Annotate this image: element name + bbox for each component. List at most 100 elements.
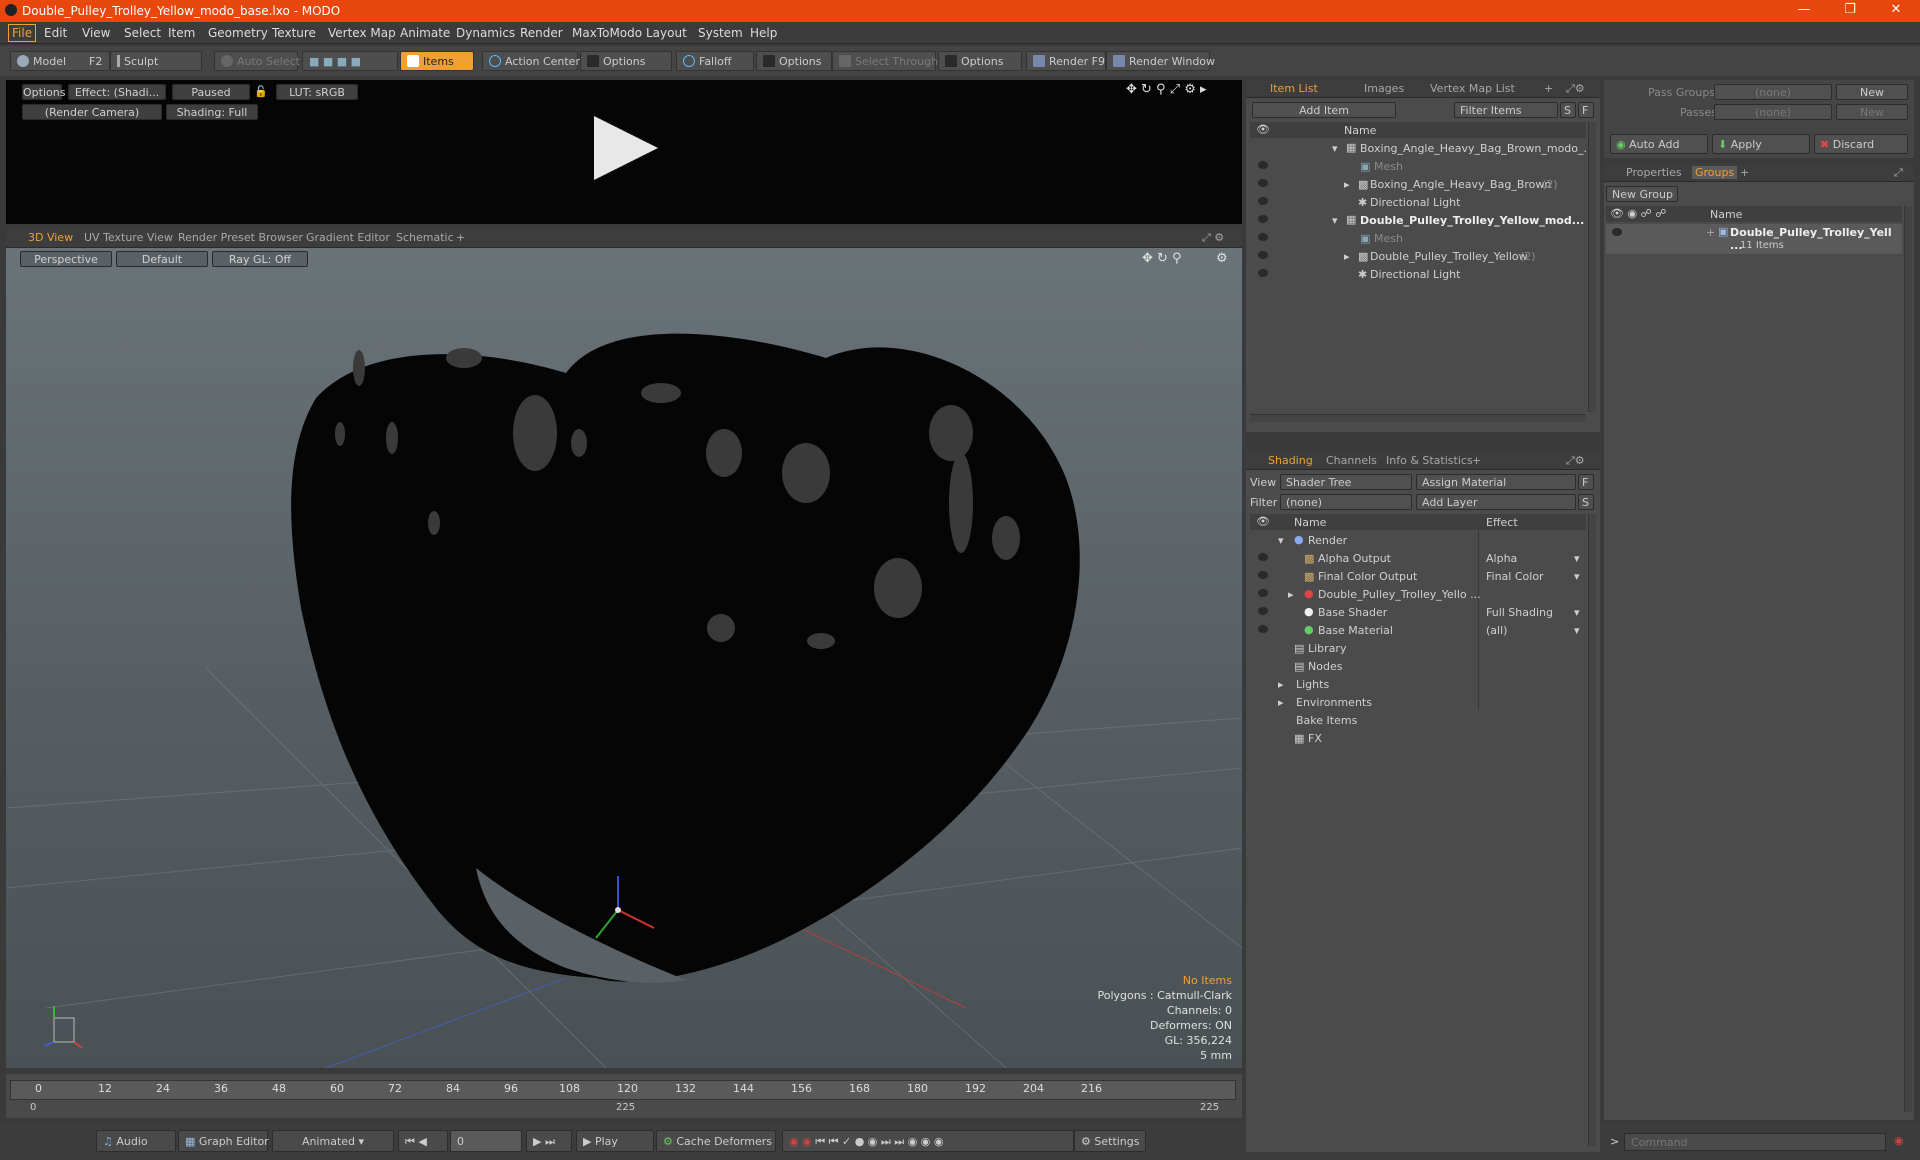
expand-arrow-icon[interactable]: ▾ bbox=[1332, 214, 1338, 227]
falloff-button[interactable]: Falloff bbox=[676, 51, 754, 71]
item-list-hscrollbar[interactable] bbox=[1250, 414, 1586, 422]
3d-viewport[interactable]: Perspective Default Ray GL: Off ✥ ↻ ⚲ ⚙ bbox=[6, 248, 1242, 1068]
tree-row-boxing-group[interactable]: ▸ ▩ Boxing_Angle_Heavy_Bag_Brown (2) bbox=[1250, 176, 1586, 194]
eye-icon[interactable] bbox=[1258, 607, 1268, 615]
tree-row-light[interactable]: ✱ Directional Light bbox=[1250, 266, 1586, 284]
panel-settings-icon[interactable]: ⤢⚙ bbox=[1566, 82, 1585, 96]
panel-expand-icon[interactable]: ⤢ bbox=[1894, 166, 1903, 180]
tab-gradient-editor[interactable]: Gradient Editor bbox=[306, 231, 390, 244]
menu-help[interactable]: Help bbox=[750, 26, 777, 40]
tab-render-preset-browser[interactable]: Render Preset Browser bbox=[178, 231, 303, 244]
select-through-button[interactable]: Select Through bbox=[832, 51, 938, 71]
item-list-scrollbar[interactable] bbox=[1588, 122, 1596, 412]
shader-row-alpha[interactable]: ▩ Alpha Output Alpha ▾ bbox=[1250, 550, 1586, 568]
filter-s-button[interactable]: S bbox=[1560, 102, 1576, 118]
menu-select[interactable]: Select bbox=[124, 26, 161, 40]
tree-row-scene-boxing[interactable]: ▾ ▦ Boxing_Angle_Heavy_Bag_Brown_modo_... bbox=[1250, 140, 1594, 158]
add-tab-icon[interactable]: + bbox=[1544, 82, 1553, 95]
chevron-down-icon[interactable]: ▾ bbox=[1574, 570, 1580, 583]
tab-3d-view[interactable]: 3D View bbox=[28, 231, 73, 244]
menu-render[interactable]: Render bbox=[520, 26, 563, 40]
shading-filter-dropdown[interactable]: (none) bbox=[1280, 494, 1412, 510]
add-tab-icon[interactable]: + bbox=[1472, 454, 1481, 467]
expand-arrow-icon[interactable]: ▸ bbox=[1278, 678, 1284, 691]
transport-prev-buttons[interactable]: ⏮ ◀ bbox=[398, 1130, 448, 1152]
restore-icon[interactable]: ❐ bbox=[1830, 2, 1870, 20]
tab-schematic[interactable]: Schematic bbox=[396, 231, 454, 244]
menu-maxtomodo[interactable]: MaxToModo bbox=[572, 26, 642, 40]
tree-row-scene-pulley[interactable]: ▾ ▦ Double_Pulley_Trolley_Yellow_mod... bbox=[1250, 212, 1586, 230]
action-center-button[interactable]: Action Center bbox=[482, 51, 580, 71]
tab-groups[interactable]: Groups bbox=[1692, 166, 1738, 179]
viewport-settings-icon[interactable]: ⤢ ⚙ bbox=[1202, 231, 1224, 245]
expand-arrow-icon[interactable]: ▾ bbox=[1332, 142, 1338, 155]
add-tab-icon[interactable]: + bbox=[456, 231, 465, 244]
eye-icon[interactable] bbox=[1258, 197, 1268, 205]
shader-row-effect[interactable]: Alpha bbox=[1486, 552, 1517, 565]
pass-groups-dropdown[interactable]: (none) bbox=[1714, 84, 1832, 100]
add-item-dropdown[interactable]: Add Item bbox=[1252, 102, 1396, 118]
eye-icon[interactable] bbox=[1258, 553, 1268, 561]
lock-icon[interactable]: 🔓 bbox=[254, 85, 268, 98]
eye-icon[interactable] bbox=[1258, 269, 1268, 277]
graph-editor-button[interactable]: ▦ Graph Editor bbox=[178, 1130, 269, 1152]
play-button[interactable]: ▶ Play bbox=[576, 1130, 654, 1152]
shader-row-base-shader[interactable]: ● Base Shader Full Shading ▾ bbox=[1250, 604, 1586, 622]
menu-file[interactable]: File bbox=[8, 24, 37, 42]
model-mode-button[interactable]: Model F2 bbox=[10, 51, 110, 71]
tab-channels[interactable]: Channels bbox=[1326, 454, 1377, 467]
render-button[interactable]: Render F9 bbox=[1026, 51, 1106, 71]
expand-arrow-icon[interactable]: ▸ bbox=[1344, 178, 1350, 191]
shader-row-environments[interactable]: ▸ Environments bbox=[1250, 694, 1586, 712]
shader-row-effect[interactable]: Final Color bbox=[1486, 570, 1544, 583]
panel-settings-icon[interactable]: ⤢⚙ bbox=[1566, 454, 1585, 468]
add-tab-icon[interactable]: + bbox=[1740, 166, 1749, 179]
tree-row-mesh[interactable]: ▣ Mesh bbox=[1250, 158, 1586, 176]
chevron-down-icon[interactable]: ▾ bbox=[1574, 552, 1580, 565]
tab-item-list[interactable]: Item List bbox=[1270, 82, 1318, 95]
menu-dynamics[interactable]: Dynamics bbox=[456, 26, 515, 40]
sculpt-mode-button[interactable]: Sculpt bbox=[110, 51, 202, 71]
menu-item[interactable]: Item bbox=[168, 26, 195, 40]
tab-info-statistics[interactable]: Info & Statistics bbox=[1386, 454, 1473, 467]
minimize-icon[interactable]: — bbox=[1784, 2, 1824, 20]
eye-icon[interactable] bbox=[1612, 228, 1622, 236]
view-dropdown[interactable]: Shader Tree bbox=[1280, 474, 1412, 490]
apply-button[interactable]: ⬇ Apply bbox=[1712, 134, 1810, 154]
shader-row-final-color[interactable]: ▩ Final Color Output Final Color ▾ bbox=[1250, 568, 1586, 586]
new-pass-button[interactable]: New bbox=[1836, 104, 1908, 120]
command-input[interactable] bbox=[1624, 1133, 1886, 1151]
preview-nav-icons[interactable]: ✥ ↻ ⚲ ⤢ ⚙ ▸ bbox=[1126, 82, 1207, 97]
selection-mode-buttons[interactable]: ■ ■ ■ ■ bbox=[302, 51, 398, 71]
menu-vertex-map[interactable]: Vertex Map bbox=[328, 26, 396, 40]
tab-properties[interactable]: Properties bbox=[1626, 166, 1682, 179]
shading-s-button[interactable]: S bbox=[1578, 494, 1594, 510]
menu-view[interactable]: View bbox=[82, 26, 110, 40]
key-tools-group[interactable]: ◉ ◉ ⏮ ⏮ ✓ ● ◉ ⏭ ⏭ ◉ ◉ ◉ bbox=[782, 1130, 1074, 1152]
preview-effect-dropdown[interactable]: Effect: (Shadi... bbox=[68, 84, 166, 100]
filter-items-input[interactable]: Filter Items bbox=[1454, 102, 1558, 118]
audio-button[interactable]: ♫ Audio bbox=[96, 1130, 176, 1152]
animated-dropdown[interactable]: Animated ▾ bbox=[272, 1130, 394, 1152]
shader-row-nodes[interactable]: ▤ Nodes bbox=[1250, 658, 1586, 676]
chevron-down-icon[interactable]: ▾ bbox=[1574, 624, 1580, 637]
filter-f-button[interactable]: F bbox=[1578, 102, 1594, 118]
menu-geometry[interactable]: Geometry bbox=[208, 26, 268, 40]
shader-row-base-material[interactable]: ● Base Material (all) ▾ bbox=[1250, 622, 1586, 640]
shader-row-lights[interactable]: ▸ Lights bbox=[1250, 676, 1586, 694]
shader-row-material-group[interactable]: ▸ ● Double_Pulley_Trolley_Yello ... bbox=[1250, 586, 1586, 604]
auto-add-button[interactable]: ◉ Auto Add bbox=[1610, 134, 1708, 154]
timeline[interactable]: 0 12 24 36 48 60 72 84 96 108 120 132 14… bbox=[6, 1074, 1242, 1118]
tree-row-light[interactable]: ✱ Directional Light bbox=[1250, 194, 1586, 212]
shader-tree-scrollbar[interactable] bbox=[1588, 514, 1596, 1146]
auto-select-button[interactable]: Auto Select bbox=[214, 51, 300, 71]
shader-row-effect[interactable]: (all) bbox=[1486, 624, 1507, 637]
preview-paused-button[interactable]: Paused bbox=[172, 84, 250, 100]
expand-arrow-icon[interactable]: ▸ bbox=[1278, 696, 1284, 709]
passes-dropdown[interactable]: (none) bbox=[1714, 104, 1832, 120]
close-icon[interactable]: ✕ bbox=[1876, 2, 1916, 20]
tab-uv-texture-view[interactable]: UV Texture View bbox=[84, 231, 173, 244]
eye-icon[interactable] bbox=[1258, 233, 1268, 241]
shader-row-bake-items[interactable]: Bake Items bbox=[1250, 712, 1586, 730]
select-options-button[interactable]: Options bbox=[938, 51, 1022, 71]
